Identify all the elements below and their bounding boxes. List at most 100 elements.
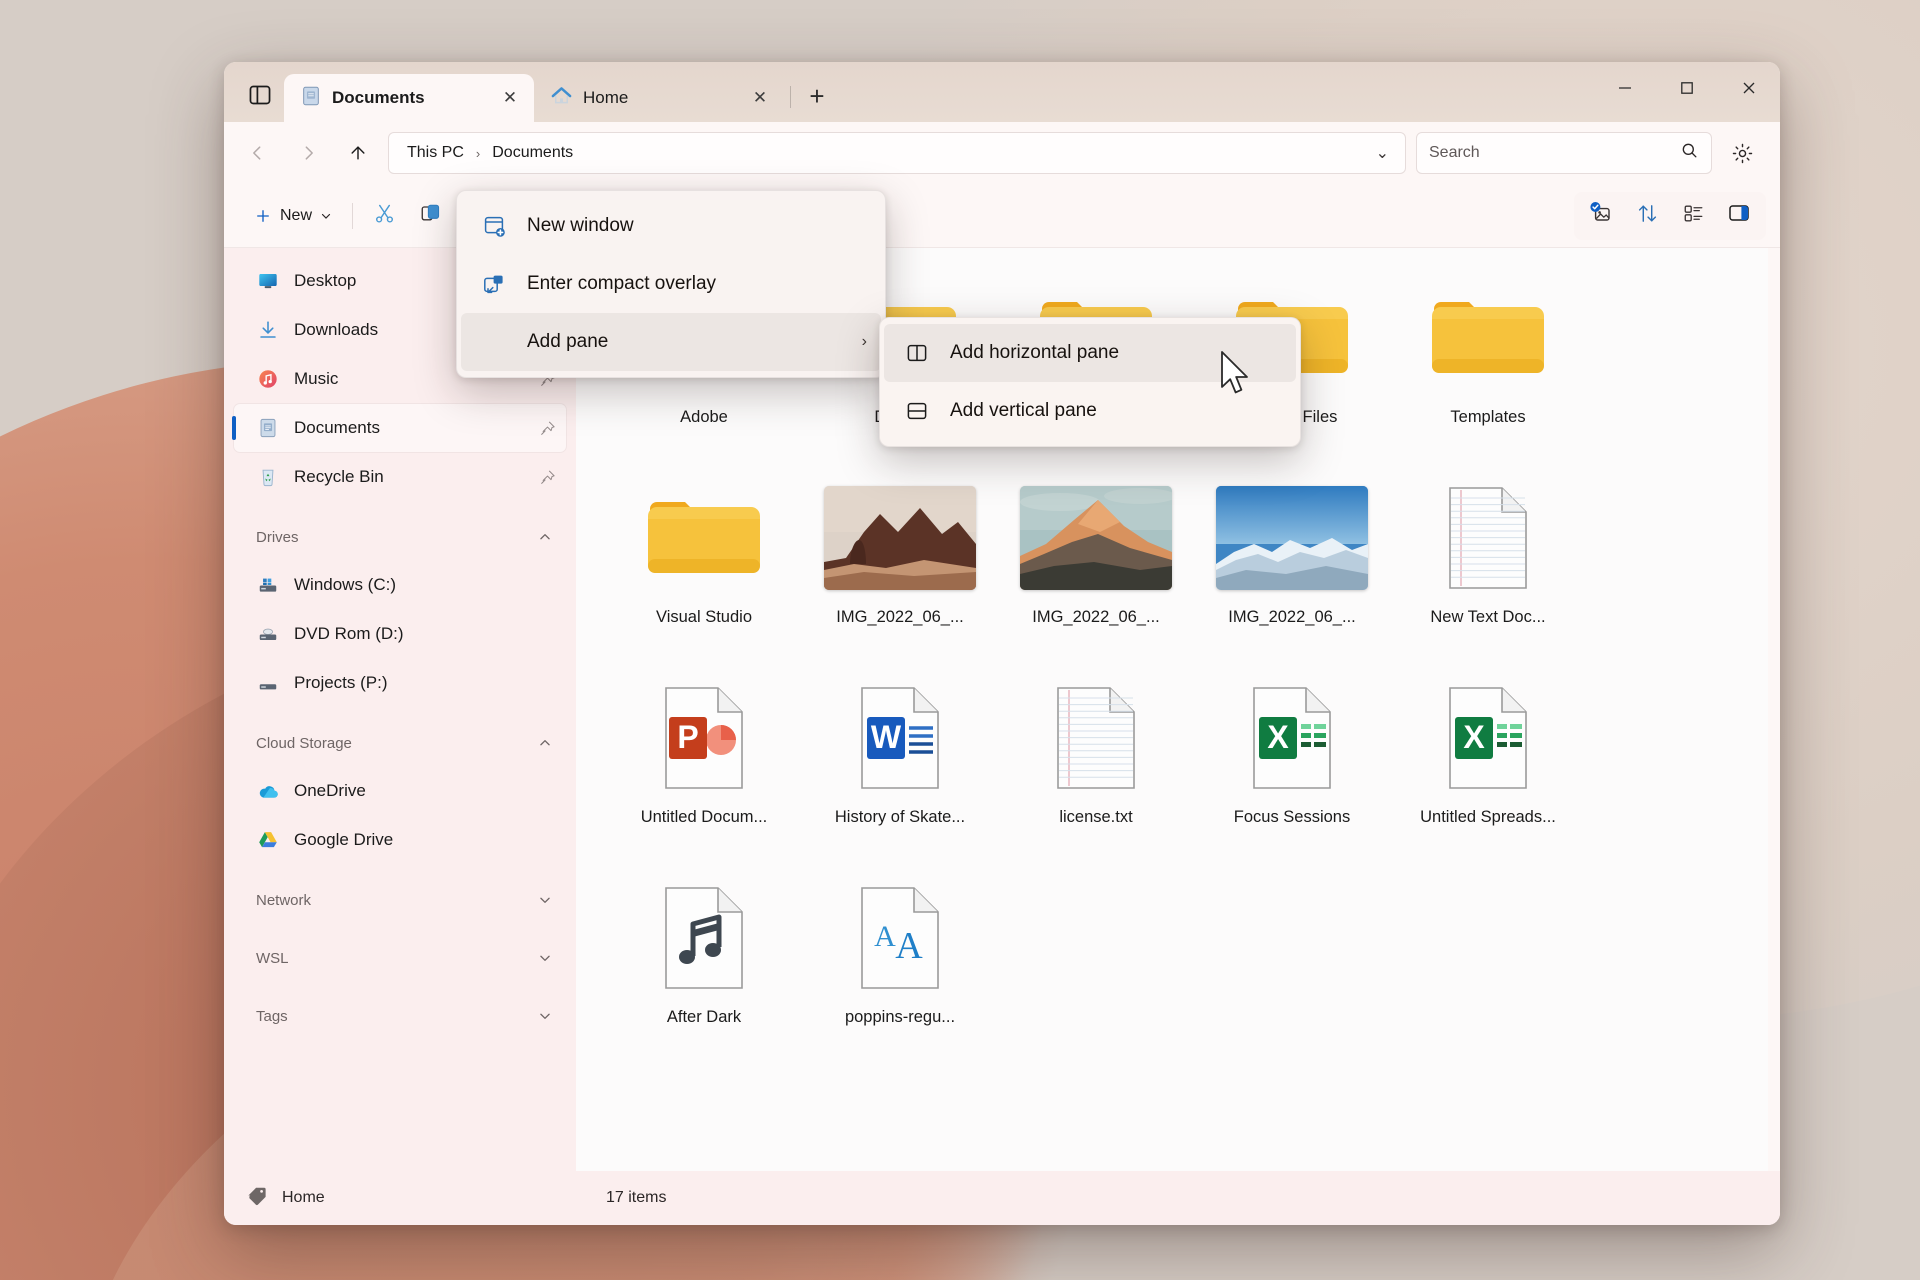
sidebar-item-google-drive[interactable]: Google Drive [234, 816, 566, 864]
file-name-label: Adobe [680, 408, 728, 426]
tab-close-button[interactable]: ✕ [746, 84, 774, 112]
file-tile[interactable]: Visual Studio [606, 470, 802, 670]
tab-context-menu: New window Enter compact overlay Add pan… [456, 190, 886, 378]
navigation-pane: Desktop Downloads Music Documents Recycl… [224, 248, 576, 1171]
sidebar-item-windows-c[interactable]: Windows (C:) [234, 561, 566, 609]
up-button[interactable] [338, 133, 378, 173]
file-name-label: license.txt [1059, 808, 1133, 826]
chevron-up-icon [540, 740, 550, 746]
sidebar-group-wsl[interactable]: WSL [234, 936, 566, 980]
sidebar-item-label: Google Drive [294, 830, 394, 849]
file-name-label: Untitled Docum... [640, 808, 768, 826]
new-button[interactable]: New [242, 194, 344, 238]
sidebar-group-network[interactable]: Network [234, 878, 566, 922]
file-tile[interactable]: X Focus Sessions [1194, 670, 1390, 870]
tab-label: Home [583, 88, 629, 107]
sidebar-group-label: Drives [256, 528, 299, 546]
sidebar-item-onedrive[interactable]: OneDrive [234, 767, 566, 815]
file-name-label: After Dark [666, 1008, 742, 1026]
menu-item-label: Enter compact overlay [527, 273, 717, 294]
file-tile[interactable]: IMG_2022_06_... [1194, 470, 1390, 670]
sidebar-item-documents[interactable]: Documents [232, 404, 566, 452]
svg-text:X: X [1463, 719, 1485, 755]
photo-snow-icon [1216, 482, 1368, 594]
recycle-bin-icon [256, 466, 280, 488]
back-button[interactable] [238, 133, 278, 173]
sidebar-item-projects-p[interactable]: Projects (P:) [234, 659, 566, 707]
image-check-icon [1589, 201, 1613, 230]
sidebar-group-tags[interactable]: Tags [234, 994, 566, 1038]
pin-icon[interactable] [539, 469, 556, 486]
file-tile[interactable]: A A poppins-regu... [802, 870, 998, 1070]
chevron-down-icon [540, 1013, 550, 1019]
address-bar-row: This PC › Documents ⌄ [224, 122, 1780, 184]
breadcrumb-item-0[interactable]: This PC [401, 141, 470, 165]
tab-home[interactable]: Home ✕ [534, 74, 784, 122]
sidebar-group-label: Cloud Storage [256, 734, 352, 752]
tab-close-button[interactable]: ✕ [496, 84, 524, 112]
file-name-label: Templates [1450, 408, 1526, 426]
search-input[interactable] [1429, 144, 1672, 162]
close-button[interactable] [1718, 62, 1780, 114]
tab-documents[interactable]: Documents ✕ [284, 74, 534, 122]
search-box[interactable] [1416, 132, 1712, 174]
tab-label: Documents [332, 88, 425, 107]
menu-item-new-window[interactable]: New window [461, 197, 881, 255]
new-tab-button[interactable]: + [797, 76, 837, 116]
menu-item-add-pane[interactable]: Add pane › [461, 313, 881, 371]
chevron-down-icon [540, 955, 550, 961]
copy-button[interactable] [407, 194, 453, 238]
menu-item-enter-compact-overlay[interactable]: Enter compact overlay [461, 255, 881, 313]
file-tile[interactable]: After Dark [606, 870, 802, 1070]
scissors-icon [373, 202, 396, 230]
details-pane-button[interactable] [1716, 194, 1762, 238]
sidebar-item-recycle-bin[interactable]: Recycle Bin [234, 453, 566, 501]
chevron-down-icon[interactable]: ⌄ [1368, 139, 1397, 167]
file-name-label: History of Skate... [834, 808, 966, 826]
menu-item-label: Add horizontal pane [950, 342, 1120, 363]
sidebar-item-label: OneDrive [294, 781, 366, 800]
file-tile[interactable]: Templates [1390, 270, 1586, 470]
photo-sunrise-icon [1020, 482, 1172, 594]
breadcrumb-item-1[interactable]: Documents [486, 141, 579, 165]
sidebar-item-label: Windows (C:) [294, 575, 397, 594]
file-name-label: Visual Studio [655, 608, 752, 626]
file-tile[interactable]: W History of Skate... [802, 670, 998, 870]
sidebar-group-drives[interactable]: Drives [234, 515, 566, 559]
home-icon [550, 84, 573, 112]
gear-icon[interactable] [1722, 133, 1762, 173]
music-icon [256, 368, 280, 390]
file-tile[interactable]: license.txt [998, 670, 1194, 870]
status-home[interactable]: Home [224, 1185, 576, 1212]
maximize-button[interactable] [1656, 62, 1718, 114]
menu-item-label: Add vertical pane [950, 400, 1097, 421]
sidebar-item-label: Documents [294, 418, 380, 437]
select-button[interactable] [1578, 194, 1624, 238]
chevron-right-icon: › [861, 333, 867, 350]
breadcrumb[interactable]: This PC › Documents ⌄ [388, 132, 1406, 174]
file-tile[interactable]: IMG_2022_06_... [998, 470, 1194, 670]
sidebar-item-dvd-rom-d[interactable]: DVD Rom (D:) [234, 610, 566, 658]
desktop-icon [256, 270, 280, 292]
command-divider [352, 202, 354, 229]
file-explorer-window: Documents ✕ Home ✕ + This PC › Documents… [224, 62, 1780, 1225]
sidebar-group-cloud-storage[interactable]: Cloud Storage [234, 721, 566, 765]
pin-icon[interactable] [539, 420, 556, 437]
file-tile[interactable]: New Text Doc... [1390, 470, 1586, 670]
svg-text:A: A [874, 920, 896, 953]
forward-button[interactable] [288, 133, 328, 173]
view-button[interactable] [1670, 194, 1716, 238]
new-window-icon [481, 214, 507, 238]
svg-text:X: X [1267, 719, 1289, 755]
file-tile[interactable]: IMG_2022_06_... [802, 470, 998, 670]
status-home-label: Home [282, 1189, 325, 1206]
sidebar-toggle-button[interactable] [236, 73, 284, 117]
minimize-button[interactable] [1594, 62, 1656, 114]
menu-item-add-vertical-pane[interactable]: Add vertical pane [884, 382, 1296, 440]
cut-button[interactable] [361, 194, 407, 238]
sort-button[interactable] [1624, 194, 1670, 238]
file-tile[interactable]: P Untitled Docum... [606, 670, 802, 870]
file-name-label: New Text Doc... [1430, 608, 1546, 626]
file-tile[interactable]: X Untitled Spreads... [1390, 670, 1586, 870]
menu-item-add-horizontal-pane[interactable]: Add horizontal pane [884, 324, 1296, 382]
